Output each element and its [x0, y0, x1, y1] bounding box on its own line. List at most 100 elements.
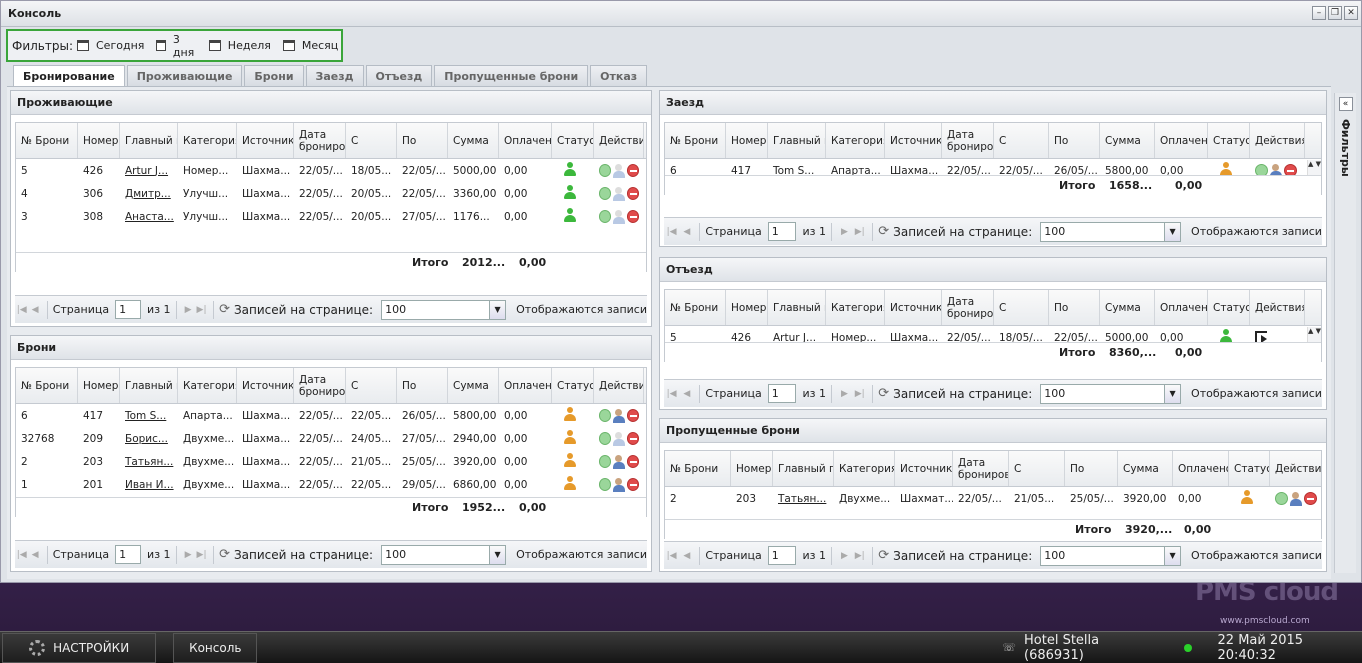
column-header-from[interactable]: С — [1009, 451, 1065, 486]
last-page-icon[interactable]: ▶| — [852, 386, 867, 402]
filter-today-button[interactable]: Сегодня — [77, 39, 144, 52]
column-header-date[interactable]: Дата бронирова — [942, 290, 994, 325]
table-row[interactable]: 2 203 Татьян... Двухме... Шахма... 22/05/... 2… — [16, 450, 646, 473]
prev-page-icon[interactable]: ◀ — [679, 224, 694, 240]
next-page-icon[interactable]: ▶ — [837, 386, 852, 402]
chevron-down-icon[interactable]: ▼ — [489, 545, 506, 564]
column-header-num[interactable]: № Брони — [665, 290, 726, 325]
column-header-paid2[interactable]: Оплачено — [1155, 123, 1208, 158]
column-header-from[interactable]: С — [994, 290, 1049, 325]
settings-button[interactable]: НАСТРОЙКИ — [2, 632, 157, 663]
close-icon[interactable]: ✕ — [1344, 6, 1358, 20]
column-header-src[interactable]: Источник — [885, 123, 942, 158]
column-header-actions[interactable]: Действия — [594, 368, 644, 403]
cell-guest[interactable]: Татьян... — [120, 456, 178, 468]
table-row[interactable]: 5 426 Artur J... Номер... Шахма... 22/05/... 1… — [16, 159, 646, 182]
per-page-select[interactable]: 100 ▼ — [1040, 221, 1182, 242]
guest-card-icon[interactable] — [1289, 491, 1303, 506]
table-row[interactable]: 6 417 Tom S... Апарта... Шахма... 22/05/... 22… — [16, 404, 646, 427]
column-header-room[interactable]: Номер — [78, 368, 120, 403]
sidebar-filters-label[interactable]: Фильтры — [1339, 119, 1352, 177]
tab-checkin[interactable]: Заезд — [305, 65, 364, 86]
guest-card-icon[interactable] — [612, 431, 626, 446]
column-header-from[interactable]: С — [346, 368, 397, 403]
column-header-from[interactable]: С — [994, 123, 1049, 158]
prev-page-icon[interactable]: ◀ — [679, 386, 694, 402]
confirm-icon[interactable] — [599, 164, 612, 177]
column-header-actions[interactable]: Действия — [1270, 451, 1321, 486]
tab-residents[interactable]: Проживающие — [126, 65, 243, 86]
cancel-icon[interactable] — [626, 455, 639, 468]
column-header-date[interactable]: Дата бронирова — [294, 368, 346, 403]
per-page-select[interactable]: 100 ▼ — [381, 544, 507, 565]
column-header-sum[interactable]: Сумма — [448, 368, 499, 403]
table-row[interactable]: 2 203 Татьян... Двухме... Шахмат... 22/05/...… — [665, 487, 1321, 510]
column-header-to[interactable]: По — [397, 368, 448, 403]
column-header-room[interactable]: Номер — [731, 451, 773, 486]
table-row[interactable]: 4 306 Дмитр... Улучш... Шахма... 22/05/... 20/… — [16, 182, 646, 205]
refresh-icon[interactable]: ⟳ — [878, 386, 889, 401]
column-header-paid[interactable]: Оплачен — [499, 368, 552, 403]
column-header-cat[interactable]: Категория — [826, 123, 885, 158]
column-header-src2[interactable]: Источник б — [895, 451, 953, 486]
column-header-actions[interactable]: Действия — [1250, 290, 1305, 325]
column-header-status[interactable]: Статус — [1208, 290, 1250, 325]
column-header-src[interactable]: Источник — [885, 290, 942, 325]
first-page-icon[interactable]: |◀ — [15, 302, 28, 318]
column-header-guest[interactable]: Главный г — [768, 290, 826, 325]
column-header-to[interactable]: По — [1065, 451, 1118, 486]
column-header-sum[interactable]: Сумма — [1118, 451, 1173, 486]
column-header-src[interactable]: Источник — [237, 368, 294, 403]
tab-booking[interactable]: Бронирование — [13, 65, 125, 87]
last-page-icon[interactable]: ▶| — [852, 224, 867, 240]
column-header-guest[interactable]: Главный г — [768, 123, 826, 158]
cell-guest[interactable]: Борис... — [120, 433, 178, 445]
cell-guest[interactable]: Дмитр... — [120, 188, 178, 200]
console-taskbar-button[interactable]: Консоль — [173, 632, 258, 663]
guest-card-icon[interactable] — [612, 209, 626, 224]
cancel-icon[interactable] — [626, 187, 639, 200]
cell-guest[interactable]: Татьян... — [773, 493, 834, 505]
column-header-status[interactable]: Статус — [1229, 451, 1270, 486]
next-page-icon[interactable]: ▶ — [181, 302, 194, 318]
column-header-status[interactable]: Статус — [552, 368, 594, 403]
guest-card-icon[interactable] — [612, 454, 626, 469]
column-header-cat[interactable]: Категория — [178, 123, 237, 158]
page-input[interactable]: 1 — [767, 546, 797, 565]
column-header-actions[interactable]: Действия — [594, 123, 644, 158]
confirm-icon[interactable] — [1275, 492, 1288, 505]
column-header-src[interactable]: Источник — [237, 123, 294, 158]
column-header-num[interactable]: № Брони — [16, 368, 78, 403]
next-page-icon[interactable]: ▶ — [181, 547, 194, 563]
column-header-sum[interactable]: Сумма — [1100, 290, 1155, 325]
page-input[interactable]: 1 — [767, 384, 797, 403]
refresh-icon[interactable]: ⟳ — [219, 302, 230, 317]
column-header-paid2[interactable]: Оплачено — [1155, 290, 1208, 325]
column-header-date[interactable]: Дата бронирова — [953, 451, 1009, 486]
guest-card-icon[interactable] — [612, 408, 626, 423]
chevron-down-icon[interactable]: ▼ — [1164, 546, 1181, 565]
cell-guest[interactable]: Tom S... — [120, 410, 178, 422]
guest-card-icon[interactable] — [612, 477, 626, 492]
cancel-icon[interactable] — [1304, 492, 1317, 505]
cancel-icon[interactable] — [626, 409, 639, 422]
filter-week-button[interactable]: Неделя — [208, 39, 271, 52]
column-header-to[interactable]: По — [1049, 123, 1100, 158]
confirm-icon[interactable] — [599, 409, 612, 422]
column-header-cat[interactable]: Категория — [834, 451, 895, 486]
next-page-icon[interactable]: ▶ — [837, 224, 852, 240]
column-header-room[interactable]: Номер — [726, 290, 768, 325]
tab-bookings[interactable]: Брони — [244, 65, 304, 86]
chevron-down-icon[interactable]: ▼ — [1164, 222, 1181, 241]
confirm-icon[interactable] — [599, 478, 612, 491]
confirm-icon[interactable] — [599, 210, 612, 223]
column-header-room[interactable]: Номер — [726, 123, 768, 158]
column-header-guest[interactable]: Главный г — [120, 368, 178, 403]
column-header-num[interactable]: № Брони — [665, 123, 726, 158]
first-page-icon[interactable]: |◀ — [664, 386, 679, 402]
next-page-icon[interactable]: ▶ — [837, 548, 852, 564]
column-header-cat[interactable]: Категория — [178, 368, 237, 403]
tab-missed[interactable]: Пропущенные брони — [434, 65, 589, 86]
restore-icon[interactable]: ❐ — [1328, 6, 1342, 20]
column-header-sum[interactable]: Сумма — [448, 123, 499, 158]
